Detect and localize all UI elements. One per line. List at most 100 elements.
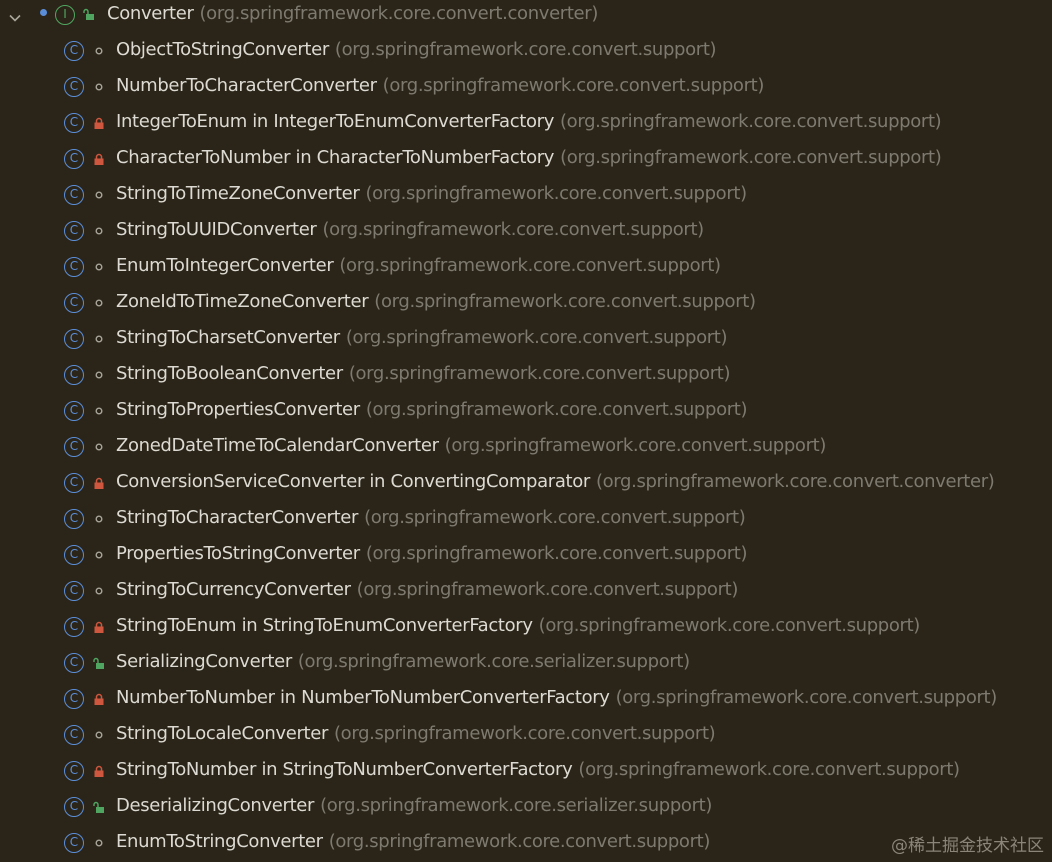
tree-row[interactable]: C ObjectToStringConverter (org.springframe…: [0, 33, 1052, 69]
class-icon: C: [64, 473, 84, 493]
package-name: (org.springframework.core.convert.suppor…: [356, 579, 739, 600]
class-icon: C: [64, 797, 84, 817]
interface-icon: I: [55, 5, 75, 25]
class-name: StringToBooleanConverter: [116, 363, 343, 384]
class-icon: C: [64, 761, 84, 781]
tree-row[interactable]: C ZonedDateTimeToCalendarConverter (org.sp…: [0, 429, 1052, 465]
tree-row[interactable]: C SerializingConverter (org.springframewor…: [0, 645, 1052, 681]
class-name: DeserializingConverter: [116, 795, 315, 816]
package-name: (org.springframework.core.serializer.sup…: [297, 651, 690, 672]
class-name: StringToCharsetConverter: [116, 327, 340, 348]
lock-icon: [93, 153, 105, 165]
package-name: (org.springframework.core.convert.suppor…: [365, 399, 748, 420]
unlock-icon: [93, 801, 105, 813]
package-private-icon: [93, 369, 105, 381]
tree-row[interactable]: C ConversionServiceConverter in Convertin…: [0, 465, 1052, 501]
package-private-icon: [93, 837, 105, 849]
class-name: StringToLocaleConverter: [116, 723, 328, 744]
tree-row-label: SerializingConverter (org.springframework…: [116, 651, 690, 672]
tree-row[interactable]: C StringToCharsetConverter (org.springfram…: [0, 321, 1052, 357]
package-name: (org.springframework.core.convert.suppor…: [538, 615, 921, 636]
class-icon: C: [64, 545, 84, 565]
package-name: (org.springframework.core.convert.suppor…: [334, 723, 716, 744]
package-name: (org.springframework.core.convert.suppor…: [345, 327, 728, 348]
tree-row-label: StringToCharacterConverter (org.springfra…: [116, 507, 746, 528]
tree-row-label: StringToBooleanConverter (org.springframe…: [116, 363, 730, 384]
chevron-down-icon[interactable]: [8, 10, 22, 24]
tree-row[interactable]: C EnumToIntegerConverter (org.springframew…: [0, 249, 1052, 285]
tree-row[interactable]: C StringToLocaleConverter (org.springframe…: [0, 717, 1052, 753]
tree-row-label: DeserializingConverter (org.springframewo…: [116, 795, 712, 816]
class-icon: C: [64, 149, 84, 169]
type-hierarchy-tree: I Converter (org.springframework.core.con…: [0, 0, 1052, 862]
tree-row-label: PropertiesToStringConverter (org.springfr…: [116, 543, 748, 564]
package-private-icon: [93, 297, 105, 309]
tree-row-label: StringToEnum in StringToEnumConverterFac…: [116, 615, 920, 636]
class-name: Converter: [107, 3, 194, 24]
tree-row[interactable]: C StringToCharacterConverter (org.springfr…: [0, 501, 1052, 537]
tree-row-label: NumberToCharacterConverter (org.springfra…: [116, 75, 764, 96]
class-icon: C: [64, 41, 84, 61]
package-private-icon: [93, 261, 105, 273]
tree-row[interactable]: C StringToEnum in StringToEnumConverterFa…: [0, 609, 1052, 645]
package-private-icon: [93, 225, 105, 237]
package-name: (org.springframework.core.convert.suppor…: [348, 363, 731, 384]
package-private-icon: [93, 45, 105, 57]
watermark: @稀土掘金技术社区: [891, 836, 1044, 856]
tree-row[interactable]: C StringToPropertiesConverter (org.springf…: [0, 393, 1052, 429]
package-name: (org.springframework.core.convert.suppor…: [365, 543, 748, 564]
tree-row[interactable]: C StringToBooleanConverter (org.springfram…: [0, 357, 1052, 393]
class-name: StringToTimeZoneConverter: [116, 183, 360, 204]
tree-row[interactable]: C IntegerToEnum in IntegerToEnumConverter…: [0, 105, 1052, 141]
class-icon: C: [64, 365, 84, 385]
class-icon: C: [64, 437, 84, 457]
class-icon: C: [64, 689, 84, 709]
tree-row-root[interactable]: I Converter (org.springframework.core.con…: [0, 0, 1052, 36]
tree-row-label: StringToNumber in StringToNumberConverte…: [116, 759, 960, 780]
tree-row[interactable]: C NumberToNumber in NumberToNumberConvert…: [0, 681, 1052, 717]
package-name: (org.springframework.core.serializer.sup…: [320, 795, 712, 816]
tree-row-label: ObjectToStringConverter (org.springframew…: [116, 39, 717, 60]
tree-row[interactable]: C ZoneIdToTimeZoneConverter (org.springfra…: [0, 285, 1052, 321]
package-name: (org.springframework.core.convert.suppor…: [615, 687, 998, 708]
tree-row[interactable]: C NumberToCharacterConverter (org.springfr…: [0, 69, 1052, 105]
class-name: NumberToNumber in NumberToNumberConverte…: [116, 687, 610, 708]
class-name: EnumToStringConverter: [116, 831, 323, 852]
package-name: (org.springframework.core.convert.suppor…: [339, 255, 721, 276]
tree-row-label: StringToCharsetConverter (org.springframe…: [116, 327, 728, 348]
class-name: NumberToCharacterConverter: [116, 75, 377, 96]
class-icon: C: [64, 581, 84, 601]
class-name: StringToUUIDConverter: [116, 219, 317, 240]
class-icon: C: [64, 617, 84, 637]
unlock-icon: [93, 657, 105, 669]
tree-row-label: StringToCurrencyConverter (org.springfram…: [116, 579, 738, 600]
tree-row-label: StringToPropertiesConverter (org.springfr…: [116, 399, 748, 420]
tree-row[interactable]: C PropertiesToStringConverter (org.springf…: [0, 537, 1052, 573]
class-name: ZonedDateTimeToCalendarConverter: [116, 435, 439, 456]
class-name: StringToCurrencyConverter: [116, 579, 351, 600]
tree-row-label: Converter (org.springframework.core.conve…: [107, 3, 598, 24]
tree-row-label: ConversionServiceConverter in Converting…: [116, 471, 995, 492]
class-name: SerializingConverter: [116, 651, 292, 672]
lock-icon: [93, 621, 105, 633]
tree-row[interactable]: C DeserializingConverter (org.springframew…: [0, 789, 1052, 825]
tree-row[interactable]: C CharacterToNumber in CharacterToNumberF…: [0, 141, 1052, 177]
class-icon: C: [64, 257, 84, 277]
tree-row-label: ZoneIdToTimeZoneConverter (org.springfram…: [116, 291, 756, 312]
tree-row[interactable]: C StringToUUIDConverter (org.springframewo…: [0, 213, 1052, 249]
tree-row[interactable]: C StringToTimeZoneConverter (org.springfra…: [0, 177, 1052, 213]
lock-icon: [93, 693, 105, 705]
package-name: (org.springframework.core.convert.suppor…: [444, 435, 827, 456]
package-private-icon: [93, 333, 105, 345]
class-icon: C: [64, 833, 84, 853]
tree-row[interactable]: C StringToCurrencyConverter (org.springfra…: [0, 573, 1052, 609]
class-name: IntegerToEnum in IntegerToEnumConverterF…: [116, 111, 554, 132]
package-name: (org.springframework.core.convert.suppor…: [322, 219, 705, 240]
tree-row[interactable]: C StringToNumber in StringToNumberConvert…: [0, 753, 1052, 789]
class-name: ZoneIdToTimeZoneConverter: [116, 291, 369, 312]
package-name: (org.springframework.core.convert.suppor…: [578, 759, 960, 780]
package-name: (org.springframework.core.convert.suppor…: [382, 75, 765, 96]
class-icon: C: [64, 185, 84, 205]
lock-icon: [93, 117, 105, 129]
class-icon: C: [64, 113, 84, 133]
